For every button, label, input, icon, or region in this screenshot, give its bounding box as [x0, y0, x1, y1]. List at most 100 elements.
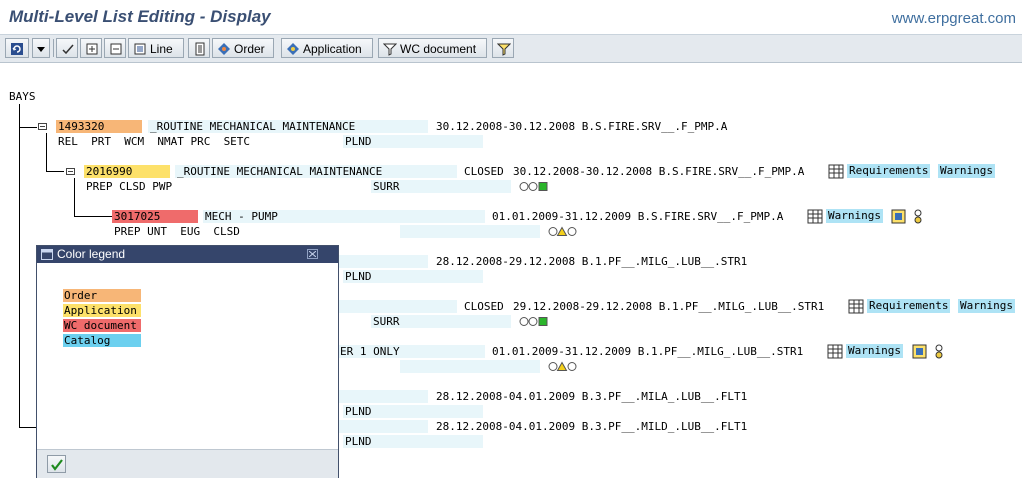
- filter-settings-icon: [496, 43, 512, 56]
- order-description: _ROUTINE MECHANICAL MAINTENANCE: [150, 120, 356, 133]
- table-icon[interactable]: [807, 209, 823, 224]
- application-icon: [287, 42, 299, 55]
- settings-button[interactable]: [492, 38, 514, 58]
- application-toolbar: Line Order Application WC document: [0, 35, 1022, 63]
- close-icon: [309, 251, 316, 257]
- order-number: 1493320: [58, 120, 105, 133]
- lock-icon[interactable]: [913, 209, 923, 224]
- tree-connector: [74, 178, 75, 217]
- warnings-link[interactable]: Warnings: [938, 164, 995, 178]
- wc-document-number: 3017025: [114, 210, 161, 223]
- warnings-link[interactable]: Warnings: [958, 299, 1015, 313]
- status-field: [400, 225, 540, 238]
- order-button[interactable]: Order: [212, 38, 274, 58]
- order-period: 28.12.2008-29.12.2008 B.1.PF__.MILG_.LUB…: [436, 255, 748, 268]
- page-title: Multi-Level List Editing - Display: [9, 7, 271, 26]
- refresh-icon: [11, 42, 23, 55]
- dialog-title: Color legend: [57, 247, 126, 261]
- order-icon: [218, 42, 230, 55]
- application-status: CLOSED: [464, 300, 504, 313]
- application-period: 29.12.2008-29.12.2008 B.1.PF__.MILG_.LUB…: [513, 300, 825, 313]
- tree-connector: [19, 427, 37, 428]
- tree-connector: [19, 127, 37, 128]
- description-field: [338, 255, 428, 268]
- tree-connector: [74, 216, 112, 217]
- toolbar-separator: [53, 39, 54, 57]
- list-button[interactable]: [188, 38, 210, 58]
- requirements-link[interactable]: Requirements: [867, 299, 951, 313]
- traffic-light-yellow-icon: [548, 361, 577, 371]
- color-legend-dialog: Color legend Order Application WC docume…: [36, 245, 339, 478]
- collapse-all-icon: [110, 43, 122, 55]
- legend-item-catalog: Catalog: [63, 334, 141, 347]
- table-icon[interactable]: [827, 344, 843, 359]
- checkmark-icon: [51, 459, 63, 471]
- document-icon[interactable]: [912, 344, 927, 359]
- application-description: _ROUTINE MECHANICAL MAINTENANCE: [177, 165, 383, 178]
- tree-root-label: BAYS: [9, 90, 36, 103]
- line-details-icon: [134, 43, 146, 55]
- description-field: [338, 390, 428, 403]
- warnings-link[interactable]: Warnings: [846, 344, 903, 358]
- table-icon[interactable]: [848, 299, 864, 314]
- application-button[interactable]: Application: [281, 38, 373, 58]
- order-user-status: PLND: [345, 435, 372, 448]
- expand-all-icon: [86, 43, 98, 55]
- requirements-link[interactable]: Requirements: [847, 164, 931, 178]
- collapse-button[interactable]: [104, 38, 126, 58]
- order-user-status: PLND: [345, 270, 372, 283]
- wc-document-period: 01.01.2009-31.12.2009 B.1.PF__.MILG_.LUB…: [492, 345, 804, 358]
- application-number: 2016990: [86, 165, 133, 178]
- table-icon[interactable]: [828, 164, 844, 179]
- order-user-status: PLND: [345, 405, 372, 418]
- dialog-title-bar[interactable]: Color legend: [37, 246, 338, 263]
- order-status-line: REL PRT WCM NMAT PRC SETC: [58, 135, 251, 148]
- wc-document-description: MECH - PUMP: [205, 210, 278, 223]
- chevron-down-icon: [37, 46, 45, 52]
- expand-button[interactable]: [80, 38, 102, 58]
- window-icon: [41, 249, 53, 260]
- application-user-status: SURR: [373, 180, 400, 193]
- filter-icon: [382, 43, 398, 56]
- list-icon: [195, 42, 205, 56]
- warnings-link[interactable]: Warnings: [826, 209, 883, 223]
- collapse-node-icon[interactable]: [38, 123, 47, 130]
- document-icon[interactable]: [891, 209, 906, 224]
- tree-connector: [19, 104, 20, 428]
- menu-dropdown-button[interactable]: [32, 38, 50, 58]
- watermark-text: www.erpgreat.com: [891, 10, 1016, 27]
- order-period: 30.12.2008-30.12.2008 B.S.FIRE.SRV__.F_P…: [436, 120, 728, 133]
- wc-document-description: ER 1 ONLY: [340, 345, 400, 358]
- lock-icon[interactable]: [934, 344, 944, 359]
- dialog-footer: [37, 449, 338, 478]
- legend-item-application: Application: [63, 304, 141, 317]
- traffic-light-yellow-icon: [548, 226, 577, 236]
- close-button[interactable]: [307, 249, 318, 259]
- application-status-line: PREP CLSD PWP: [86, 180, 173, 193]
- line-button[interactable]: Line: [128, 38, 184, 58]
- application-user-status: SURR: [373, 315, 400, 328]
- legend-list: Order Application WC document Catalog: [37, 263, 338, 449]
- refresh-button[interactable]: [5, 38, 29, 58]
- order-period: 28.12.2008-04.01.2009 B.3.PF__.MILA_.LUB…: [436, 390, 748, 403]
- order-user-status: PLND: [345, 135, 372, 148]
- collapse-node-icon[interactable]: [66, 168, 75, 175]
- wc-document-status-line: PREP UNT EUG CLSD: [114, 225, 240, 238]
- select-button[interactable]: [56, 38, 78, 58]
- wc-document-button[interactable]: WC document: [378, 38, 487, 58]
- application-period: 30.12.2008-30.12.2008 B.S.FIRE.SRV__.F_P…: [513, 165, 805, 178]
- description-field: [338, 420, 428, 433]
- confirm-button[interactable]: [47, 455, 66, 473]
- wc-document-period: 01.01.2009-31.12.2009 B.S.FIRE.SRV__.F_P…: [492, 210, 784, 223]
- legend-item-order: Order: [63, 289, 141, 302]
- order-period: 28.12.2008-04.01.2009 B.3.PF__.MILD_.LUB…: [436, 420, 748, 433]
- traffic-light-green-icon: [519, 317, 548, 326]
- status-field: [400, 360, 540, 373]
- tree-connector: [46, 171, 64, 172]
- title-bar: Multi-Level List Editing - Display www.e…: [0, 0, 1022, 35]
- application-status: CLOSED: [464, 165, 504, 178]
- legend-item-wc-document: WC document: [63, 319, 141, 332]
- tree-connector: [46, 133, 47, 172]
- checkmark-pencil-icon: [62, 44, 74, 54]
- description-field: [338, 300, 457, 313]
